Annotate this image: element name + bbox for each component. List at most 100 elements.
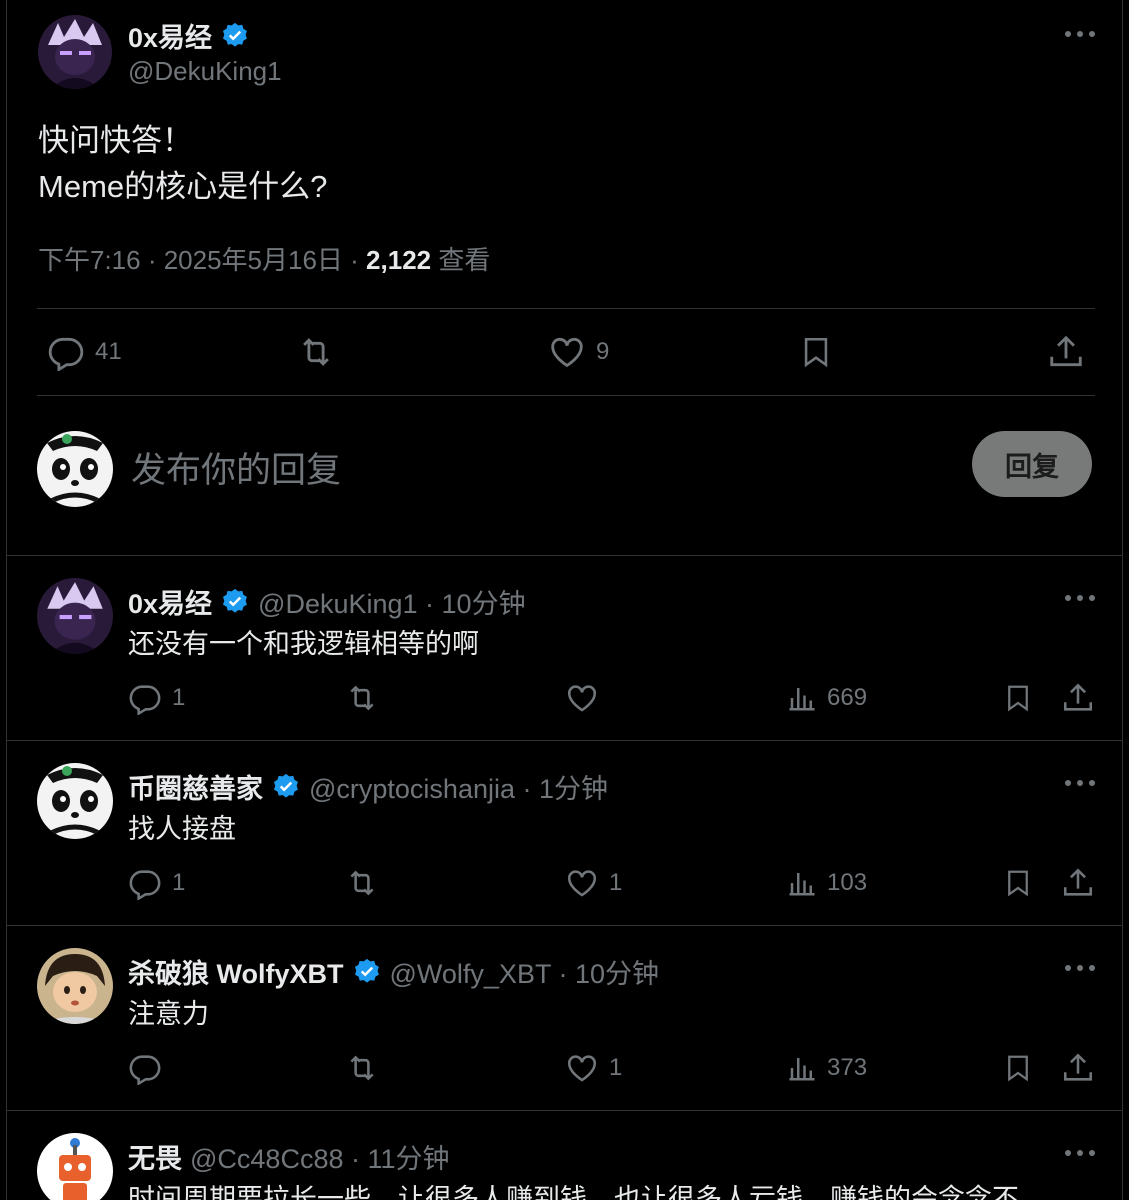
bookmark-button[interactable] <box>1003 681 1033 715</box>
retweet-icon <box>303 338 329 366</box>
share-button[interactable] <box>1061 1051 1095 1085</box>
bookmark-icon <box>1008 685 1028 712</box>
more-options-icon[interactable] <box>1065 593 1095 603</box>
share-button[interactable] <box>1047 333 1085 371</box>
share-icon <box>1050 335 1082 367</box>
views-count: 2,122 <box>366 245 432 275</box>
reply-submit-button[interactable]: 回复 <box>972 431 1092 497</box>
reply-icon <box>129 870 161 900</box>
share-icon <box>1063 683 1093 711</box>
retweet-button[interactable] <box>344 681 390 715</box>
author-handle[interactable]: @DekuKing1 <box>128 56 282 87</box>
views-button[interactable]: 669 <box>787 681 867 715</box>
heart-icon <box>567 1055 597 1082</box>
share-icon <box>1063 868 1093 896</box>
reply-icon <box>129 1055 161 1085</box>
avatar[interactable] <box>37 1133 113 1200</box>
bookmark-button[interactable] <box>1003 1051 1033 1085</box>
tweet-text-line: Meme的核心是什么? <box>38 169 328 204</box>
views-button[interactable]: 103 <box>787 866 867 900</box>
more-options-icon[interactable] <box>1065 778 1095 788</box>
reply-input[interactable]: 发布你的回复 <box>131 442 341 493</box>
reply-button[interactable]: 1 <box>128 681 185 715</box>
retweet-icon <box>350 685 374 711</box>
reply-button[interactable]: 1 <box>128 866 185 900</box>
author-handle[interactable]: @cryptocishanjia · 1分钟 <box>309 767 608 806</box>
retweet-icon <box>350 870 374 896</box>
reply-text: 找人接盘 <box>128 814 236 844</box>
like-button[interactable]: 1 <box>565 866 622 900</box>
retweet-button[interactable] <box>296 333 346 371</box>
retweet-button[interactable] <box>344 866 390 900</box>
reply-header: 币圈慈善家 @cryptocishanjia · 1分钟 <box>128 767 608 806</box>
like-count: 9 <box>596 338 610 365</box>
my-avatar[interactable] <box>37 431 113 507</box>
reply-text: 时间周期要拉长一些，让很多人赚到钱，也让很多人亏钱，赚钱的会念念不 <box>128 1184 1019 1200</box>
tweet-timestamp[interactable]: 下午7:16 · 2025年5月16日 · <box>38 245 366 275</box>
display-name[interactable]: 币圈慈善家 <box>128 767 263 806</box>
share-button[interactable] <box>1061 866 1095 900</box>
views-label: 查看 <box>431 245 491 275</box>
reply-header: 无畏 @Cc48Cc88 · 11分钟 <box>128 1137 450 1176</box>
reply-header: 杀破狼 WolfyXBT @Wolfy_XBT · 10分钟 <box>128 952 659 991</box>
tweet-text-line: 快问快答！ <box>38 123 193 158</box>
more-options-icon[interactable] <box>1065 29 1095 39</box>
reply-tweet[interactable]: 杀破狼 WolfyXBT @Wolfy_XBT · 10分钟 注意力 1 373 <box>7 926 1122 1111</box>
author-handle[interactable]: @Wolfy_XBT · 10分钟 <box>390 952 660 991</box>
more-options-icon[interactable] <box>1065 963 1095 973</box>
verified-badge-icon <box>223 588 247 613</box>
share-icon <box>1063 1053 1093 1081</box>
reply-actions: 1 373 <box>7 1051 1122 1091</box>
bookmark-button[interactable] <box>1003 866 1033 900</box>
reply-actions: 1 1 103 <box>7 866 1122 906</box>
reply-tweet[interactable]: 无畏 @Cc48Cc88 · 11分钟 时间周期要拉长一些，让很多人赚到钱，也让… <box>7 1111 1122 1200</box>
heart-icon <box>567 870 597 897</box>
reply-actions: 1 669 <box>7 681 1122 721</box>
bookmark-button[interactable] <box>799 333 833 371</box>
display-name[interactable]: 0x易经 <box>128 582 212 621</box>
reply-tweet[interactable]: 币圈慈善家 @cryptocishanjia · 1分钟 找人接盘 1 1 10… <box>7 741 1122 926</box>
avatar[interactable] <box>38 15 112 89</box>
author-handle[interactable]: @Cc48Cc88 · 11分钟 <box>190 1137 450 1176</box>
reply-tweet[interactable]: 0x易经 @DekuKing1 · 10分钟 还没有一个和我逻辑相等的啊 1 6… <box>7 556 1122 741</box>
divider <box>37 308 1095 309</box>
author-handle[interactable]: @DekuKing1 · 10分钟 <box>258 582 526 621</box>
main-tweet: 0x易经 @DekuKing1 快问快答！ Meme的核心是什么? 下午7:16… <box>7 0 1122 556</box>
retweet-icon <box>350 1055 374 1081</box>
reply-icon <box>129 685 161 715</box>
like-button[interactable]: 9 <box>548 333 609 371</box>
analytics-icon <box>789 873 815 896</box>
reply-icon <box>48 337 84 371</box>
tweet-meta: 下午7:16 · 2025年5月16日 · 2,122 查看 <box>38 240 490 277</box>
avatar[interactable] <box>37 948 113 1024</box>
reply-button[interactable] <box>128 1051 172 1085</box>
like-button[interactable]: 1 <box>565 1051 622 1085</box>
views-button[interactable]: 373 <box>787 1051 867 1085</box>
heart-icon <box>567 685 597 712</box>
retweet-button[interactable] <box>344 1051 390 1085</box>
bookmark-icon <box>804 337 828 368</box>
like-count: 1 <box>609 1054 623 1081</box>
reply-count: 1 <box>172 684 186 711</box>
avatar[interactable] <box>37 763 113 839</box>
display-name: 0x易经 <box>128 23 213 53</box>
divider <box>37 395 1095 396</box>
avatar[interactable] <box>37 578 113 654</box>
display-name[interactable]: 杀破狼 WolfyXBT <box>128 952 344 991</box>
share-button[interactable] <box>1061 681 1095 715</box>
timeline-frame: 0x易经 @DekuKing1 快问快答！ Meme的核心是什么? 下午7:16… <box>6 0 1123 1200</box>
like-button[interactable] <box>565 681 609 715</box>
verified-badge-icon <box>354 958 379 983</box>
view-count: 103 <box>827 869 868 896</box>
reply-text: 还没有一个和我逻辑相等的啊 <box>128 629 479 659</box>
view-count: 373 <box>827 1054 868 1081</box>
reply-button[interactable]: 41 <box>47 333 122 371</box>
author-name[interactable]: 0x易经 <box>128 16 250 55</box>
verified-badge-icon <box>223 22 247 47</box>
reply-count: 1 <box>172 869 186 896</box>
reply-text: 注意力 <box>128 999 209 1029</box>
more-options-icon[interactable] <box>1065 1148 1095 1158</box>
like-count: 1 <box>609 869 623 896</box>
tweet-text: 快问快答！ Meme的核心是什么? <box>38 118 327 210</box>
display-name[interactable]: 无畏 <box>128 1137 182 1176</box>
